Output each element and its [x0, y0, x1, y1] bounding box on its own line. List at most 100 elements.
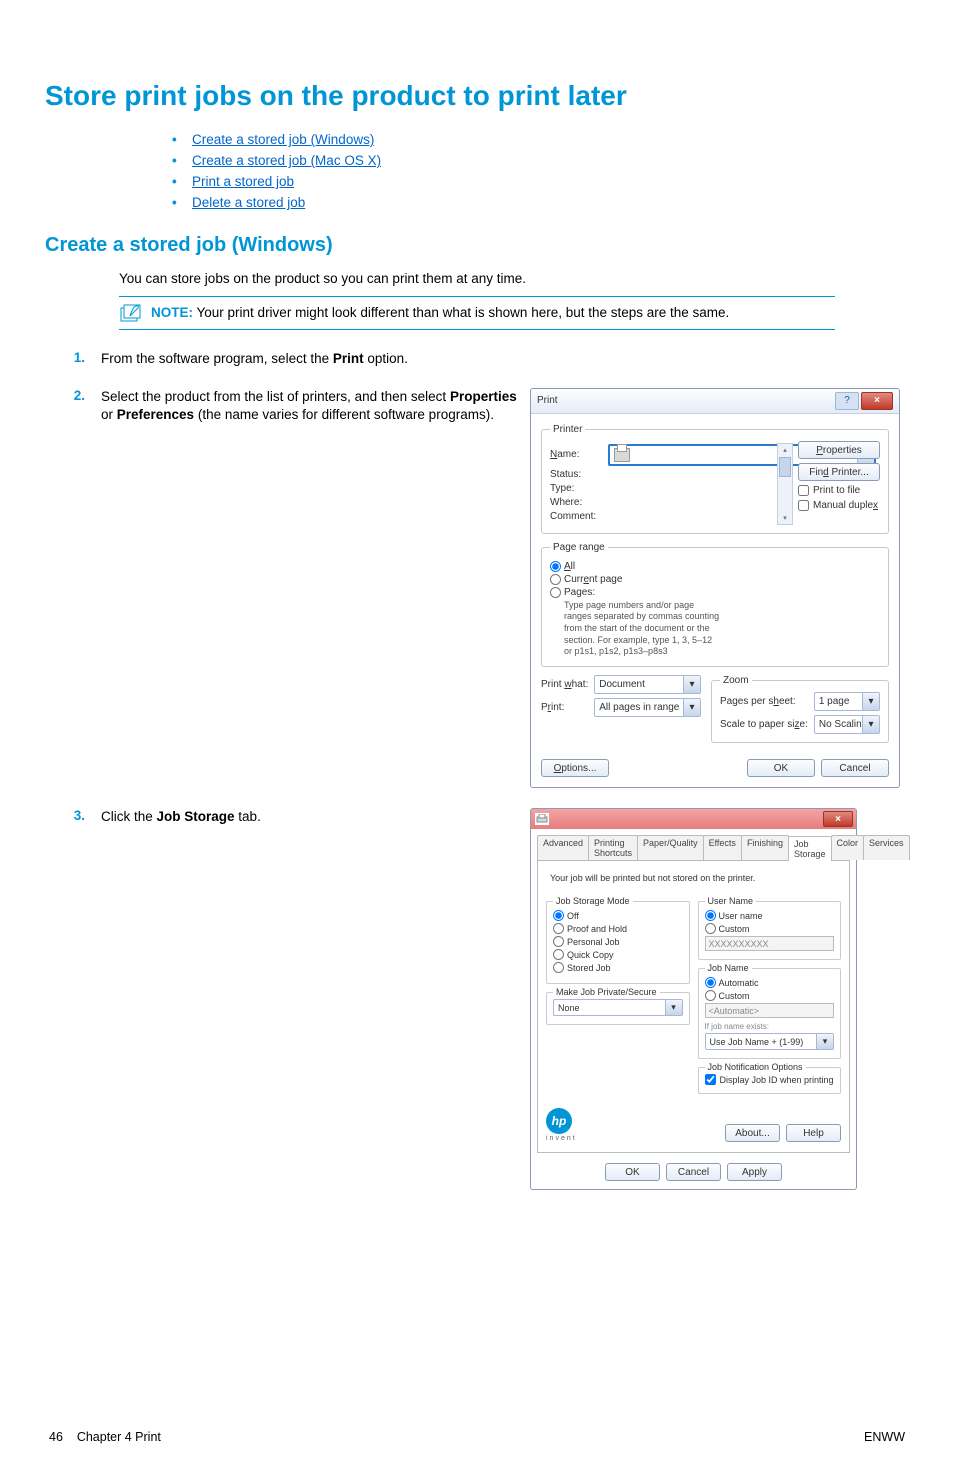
mode-quick[interactable] [553, 949, 564, 960]
properties-tabs: Advanced Printing Shortcuts Paper/Qualit… [537, 835, 850, 861]
note-icon [119, 303, 143, 323]
toc-link-windows[interactable]: Create a stored job (Windows) [192, 132, 374, 147]
printer-legend: Printer [550, 424, 585, 435]
step-3-number: 3. [45, 808, 101, 823]
print-what-select[interactable]: Document▾ [594, 675, 701, 694]
user-title: User Name [705, 896, 757, 906]
where-label: Where: [550, 497, 604, 508]
job-exists-select[interactable]: Use Job Name + (1-99)▾ [705, 1033, 835, 1050]
print-dialog-title: Print [537, 395, 558, 406]
tab-services[interactable]: Services [863, 835, 910, 860]
page-footer: 46 Chapter 4 Print ENWW [45, 1430, 909, 1444]
pages-per-sheet-label: Pages per sheet: [720, 696, 808, 707]
tab-paper-quality[interactable]: Paper/Quality [637, 835, 704, 860]
print-to-file-label: Print to file [813, 485, 860, 496]
step-3-text: Click the Job Storage tab. [101, 808, 530, 826]
job-exists-label: If job name exists: [705, 1022, 835, 1031]
radio-current[interactable] [550, 574, 561, 585]
properties-titlebar: × [531, 809, 856, 829]
radio-all[interactable] [550, 561, 561, 572]
tab-effects[interactable]: Effects [703, 835, 742, 860]
private-title: Make Job Private/Secure [553, 987, 660, 997]
mode-title: Job Storage Mode [553, 896, 633, 906]
display-job-id-checkbox[interactable] [705, 1074, 716, 1085]
username-group: User Name User name Custom [698, 901, 842, 960]
notif-title: Job Notification Options [705, 1062, 806, 1072]
mode-group: Job Storage Mode Off Proof and Hold Pers… [546, 901, 690, 984]
mode-off[interactable] [553, 910, 564, 921]
props-apply-button[interactable]: Apply [727, 1163, 782, 1181]
find-printer-button[interactable]: Find Printer... [798, 463, 880, 481]
user-name-radio[interactable] [705, 910, 716, 921]
help-icon[interactable]: ? [835, 392, 859, 410]
name-label: Name: [550, 449, 604, 460]
tab-advanced[interactable]: Advanced [537, 835, 589, 860]
toc-list: Create a stored job (Windows) Create a s… [160, 132, 909, 210]
private-group: Make Job Private/Secure None▾ [546, 992, 690, 1025]
printer-icon [535, 813, 549, 825]
scale-label: Scale to paper size: [720, 719, 808, 730]
print-what-label: Print what: [541, 679, 588, 690]
manual-duplex-checkbox[interactable] [798, 500, 809, 511]
about-button[interactable]: About... [725, 1124, 780, 1142]
print-dialog-titlebar: Print ? × [531, 389, 899, 414]
cancel-button[interactable]: Cancel [821, 759, 889, 777]
props-ok-button[interactable]: OK [605, 1163, 660, 1181]
section-heading: Create a stored job (Windows) [45, 234, 909, 257]
jobname-group: Job Name Automatic Custom If job name ex… [698, 968, 842, 1059]
user-name-input [705, 936, 835, 951]
private-select[interactable]: None▾ [553, 999, 683, 1016]
toc-link-print[interactable]: Print a stored job [192, 174, 294, 189]
tab-finishing[interactable]: Finishing [741, 835, 789, 860]
job-custom-radio[interactable] [705, 990, 716, 1001]
hp-logo: hp [546, 1108, 572, 1134]
intro-text: You can store jobs on the product so you… [119, 271, 909, 286]
job-name-input [705, 1003, 835, 1018]
hp-invent: invent [546, 1135, 577, 1142]
help-button[interactable]: Help [786, 1124, 841, 1142]
toc-link-delete[interactable]: Delete a stored job [192, 195, 305, 210]
range-hint: Type page numbers and/or page ranges sep… [564, 600, 880, 658]
user-custom-radio[interactable] [705, 923, 716, 934]
pages-per-sheet-select[interactable]: 1 page▾ [814, 692, 880, 711]
printer-list-scrollbar[interactable]: ▴ ▾ [777, 443, 793, 525]
job-title: Job Name [705, 963, 752, 973]
toc-link-mac[interactable]: Create a stored job (Mac OS X) [192, 153, 381, 168]
ok-button[interactable]: OK [747, 759, 815, 777]
manual-duplex-label: Manual duplex [813, 500, 878, 511]
job-auto-radio[interactable] [705, 977, 716, 988]
mode-stored[interactable] [553, 962, 564, 973]
radio-all-label: All [564, 561, 575, 572]
notif-group: Job Notification Options Display Job ID … [698, 1067, 842, 1094]
properties-dialog: × Advanced Printing Shortcuts Paper/Qual… [530, 808, 857, 1190]
comment-label: Comment: [550, 511, 604, 522]
radio-current-label: Current page [564, 574, 622, 585]
close-icon[interactable]: × [823, 811, 853, 827]
tab-shortcuts[interactable]: Printing Shortcuts [588, 835, 638, 860]
radio-pages-label: Pages: [564, 587, 595, 598]
mode-proof[interactable] [553, 923, 564, 934]
step-2-text: Select the product from the list of prin… [101, 388, 530, 424]
properties-button[interactable]: Properties [798, 441, 880, 459]
page-range-legend: Page range [550, 542, 608, 553]
storage-note: Your job will be printed but not stored … [550, 873, 841, 883]
close-icon[interactable]: × [861, 392, 893, 410]
props-cancel-button[interactable]: Cancel [666, 1163, 721, 1181]
tab-job-storage[interactable]: Job Storage [788, 836, 832, 861]
scale-select[interactable]: No Scaling▾ [814, 715, 880, 734]
printer-fieldset: Printer Name: ▾ Status: Type: Where: [541, 424, 889, 534]
note-text: NOTE: Your print driver might look diffe… [151, 305, 729, 320]
step-1-number: 1. [45, 350, 101, 365]
step-1-text: From the software program, select the Pr… [101, 350, 530, 368]
mode-personal[interactable] [553, 936, 564, 947]
step-2-number: 2. [45, 388, 101, 403]
page-title: Store print jobs on the product to print… [45, 80, 909, 112]
options-button[interactable]: Options... [541, 759, 609, 777]
tab-color[interactable]: Color [831, 835, 865, 860]
note-box: NOTE: Your print driver might look diffe… [119, 296, 835, 330]
radio-pages[interactable] [550, 587, 561, 598]
zoom-fieldset: Zoom Pages per sheet: 1 page▾ Scale to p… [711, 675, 889, 743]
print-range-select[interactable]: All pages in range▾ [594, 698, 701, 717]
print-to-file-checkbox[interactable] [798, 485, 809, 496]
printer-icon [614, 448, 630, 462]
